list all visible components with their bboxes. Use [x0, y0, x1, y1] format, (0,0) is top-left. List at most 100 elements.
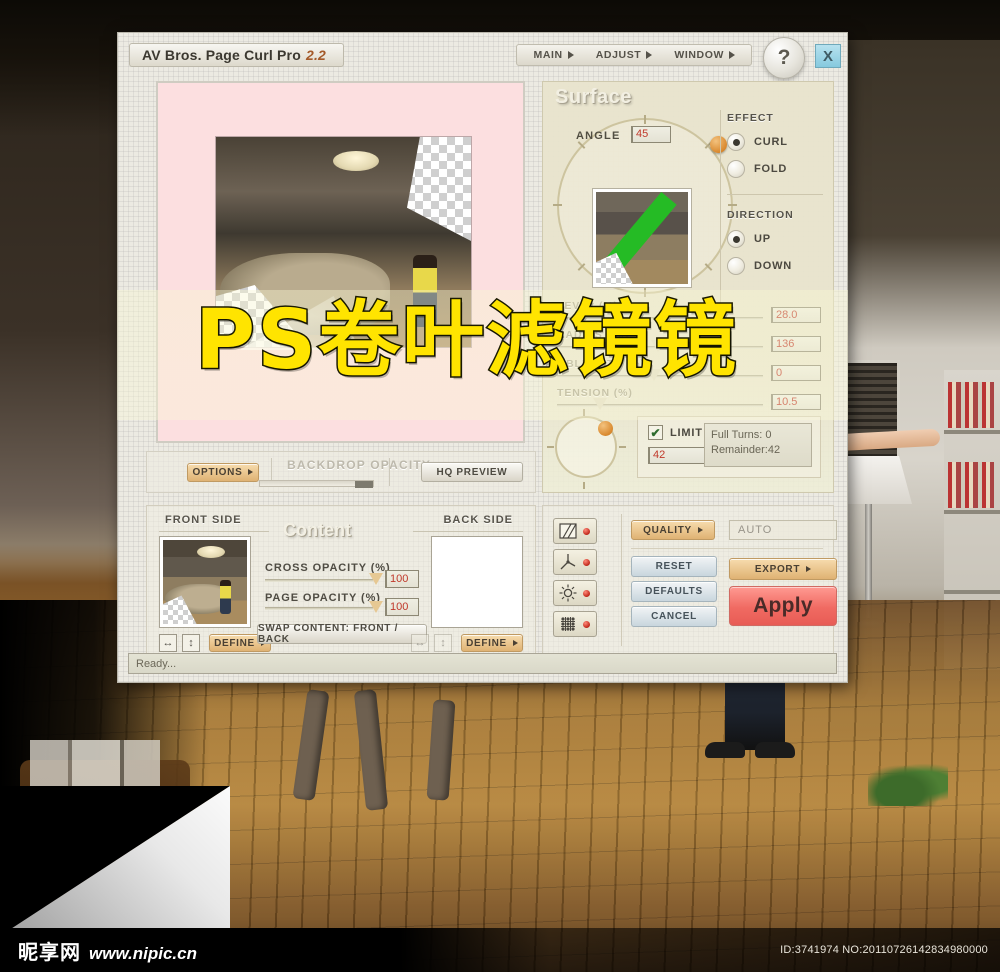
back-side-tools: ↔ ↕ DEFINE: [411, 634, 523, 652]
page-opacity-track[interactable]: [265, 607, 373, 610]
swap-content-button[interactable]: SWAP CONTENT: FRONT / BACK: [257, 623, 427, 645]
render-toggle-column: [553, 518, 613, 642]
background-plant: [868, 760, 948, 806]
front-thumb-lamp: [196, 546, 225, 558]
back-side-label: BACK SIDE: [443, 514, 513, 526]
slider-obliquity-value[interactable]: 0: [771, 365, 821, 381]
export-button-label: EXPORT: [754, 563, 801, 575]
angle-label: ANGLE: [576, 130, 621, 142]
radio-icon-selected: [727, 230, 745, 248]
menu-adjust[interactable]: ADJUST: [596, 49, 653, 61]
front-flip-horizontal-button[interactable]: ↔: [159, 634, 177, 652]
front-side-label: FRONT SIDE: [165, 514, 242, 526]
reset-button-label: RESET: [655, 561, 693, 572]
shading-led: [583, 527, 590, 535]
slider-tension[interactable]: TENSION (%) 10.5: [553, 387, 825, 416]
back-flip-horizontal-button[interactable]: ↔: [411, 634, 429, 652]
status-bar: Ready...: [128, 653, 837, 674]
radio-direction-down[interactable]: DOWN: [727, 257, 823, 275]
preview-ceiling-lamp: [333, 151, 380, 171]
front-side-thumbnail[interactable]: [159, 536, 251, 628]
cross-opacity-value[interactable]: 100: [385, 570, 419, 588]
cancel-button[interactable]: CANCEL: [631, 606, 717, 627]
defaults-button-label: DEFAULTS: [645, 586, 703, 597]
light-icon: [559, 584, 577, 602]
export-button[interactable]: EXPORT: [729, 558, 837, 580]
quality-value: AUTO: [738, 524, 773, 536]
close-icon: X: [822, 47, 833, 65]
limit-box: ✔ LIMIT (°) 42 Full Turns: 0 Remainder:4…: [637, 416, 821, 478]
light-toggle-button[interactable]: [553, 580, 597, 606]
front-define-label: DEFINE: [214, 637, 255, 649]
back-define-label: DEFINE: [466, 637, 507, 649]
limit-dial-knob[interactable]: [598, 421, 613, 436]
divider: [621, 514, 622, 646]
slider-tension-value[interactable]: 10.5: [771, 394, 821, 410]
shading-toggle-button[interactable]: [553, 518, 597, 544]
menu-window-label: WINDOW: [674, 49, 724, 61]
help-button[interactable]: ?: [763, 37, 805, 79]
slider-tension-value-wrap: 10.5: [771, 393, 825, 411]
limit-checkbox[interactable]: ✔: [648, 425, 663, 440]
surface-panel: Surface ANGLE 45 EFFECT CURL FOLD DIRECT…: [542, 81, 834, 493]
check-icon: ✔: [650, 425, 661, 440]
hq-preview-label: HQ PREVIEW: [436, 466, 508, 478]
window-title-plate: AV Bros. Page Curl Pro 2.2: [129, 43, 344, 67]
limit-dial[interactable]: [555, 416, 617, 478]
menu-main[interactable]: MAIN: [533, 49, 574, 61]
apply-button[interactable]: Apply: [729, 586, 837, 626]
watermark-url: www.nipic.cn: [89, 943, 197, 963]
back-flip-vertical-button[interactable]: ↕: [434, 634, 452, 652]
cross-opacity-track[interactable]: [265, 579, 373, 582]
preview-transparency-checker: [407, 137, 471, 241]
axes-led: [583, 558, 590, 566]
quality-value-display: AUTO: [729, 520, 837, 540]
surface-thumbnail: [592, 188, 692, 288]
defaults-button[interactable]: DEFAULTS: [631, 581, 717, 602]
chevron-right-icon: [806, 566, 812, 572]
front-side-tools: ↔ ↕ DEFINE: [159, 634, 271, 652]
hq-preview-button[interactable]: HQ PREVIEW: [421, 462, 523, 482]
radio-effect-fold[interactable]: FOLD: [727, 160, 823, 178]
shading-icon: [559, 523, 577, 539]
quality-button[interactable]: QUALITY: [631, 520, 715, 540]
chevron-right-icon: [646, 51, 653, 59]
backdrop-opacity-knob[interactable]: [355, 481, 373, 488]
reset-button[interactable]: RESET: [631, 556, 717, 577]
page-opacity-value[interactable]: 100: [385, 598, 419, 616]
menu-window[interactable]: WINDOW: [674, 49, 735, 61]
radio-icon-selected: [727, 133, 745, 151]
radio-effect-curl[interactable]: CURL: [727, 133, 823, 151]
watermark-site-name: 昵享网: [18, 939, 81, 964]
screenshot-root: AV Bros. Page Curl Pro 2.2 MAIN ADJUST W…: [0, 0, 1000, 972]
flip-horizontal-icon: ↔: [414, 637, 426, 649]
back-side-thumbnail[interactable]: [431, 536, 523, 628]
slider-level-value[interactable]: 28.0: [771, 307, 821, 323]
radio-icon-unselected: [727, 257, 745, 275]
angle-dial[interactable]: [553, 115, 737, 297]
angle-dial-knob[interactable]: [710, 136, 727, 153]
angle-input[interactable]: 45: [631, 126, 671, 143]
chevron-right-icon: [512, 640, 518, 646]
preview-pane[interactable]: [156, 81, 525, 443]
menu-bar: MAIN ADJUST WINDOW: [516, 44, 752, 66]
options-button[interactable]: OPTIONS: [187, 462, 259, 482]
chevron-right-icon: [248, 469, 254, 475]
front-flip-vertical-button[interactable]: ↕: [182, 634, 200, 652]
slider-tension-track[interactable]: [557, 404, 763, 407]
menu-adjust-label: ADJUST: [595, 49, 642, 61]
back-define-button[interactable]: DEFINE: [461, 634, 523, 652]
mesh-toggle-button[interactable]: [553, 611, 597, 637]
options-button-label: OPTIONS: [192, 466, 243, 478]
radio-direction-up[interactable]: UP: [727, 230, 823, 248]
backdrop-opacity-slider[interactable]: [259, 480, 374, 488]
effect-group-label: EFFECT: [727, 112, 774, 124]
slider-radius-value[interactable]: 136: [771, 336, 821, 352]
preview-options-row: OPTIONS BACKDROP OPACITY HQ PREVIEW: [146, 451, 536, 493]
slider-obliquity-value-wrap: 0: [771, 364, 825, 382]
axes-toggle-button[interactable]: [553, 549, 597, 575]
question-mark-icon: ?: [777, 46, 791, 69]
close-button[interactable]: X: [815, 44, 841, 68]
divider: [631, 548, 823, 549]
swap-content-label: SWAP CONTENT: FRONT / BACK: [258, 623, 399, 645]
